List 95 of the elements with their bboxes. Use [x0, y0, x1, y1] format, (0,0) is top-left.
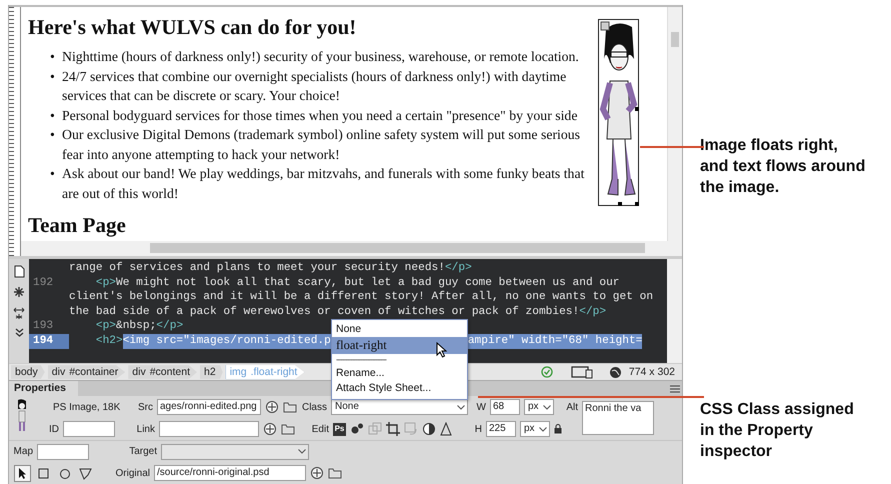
menu-item[interactable]: Attach Style Sheet...: [332, 381, 467, 396]
panel-tab[interactable]: Properties: [9, 381, 78, 396]
target-icon[interactable]: [263, 422, 277, 436]
double-chevron-icon[interactable]: [14, 328, 24, 337]
vertical-scrollbar[interactable]: [667, 7, 682, 241]
expand-arrows-icon[interactable]: [13, 306, 25, 320]
field-label: H: [474, 422, 482, 436]
id-field[interactable]: [63, 421, 115, 437]
code-tag: <p>: [69, 319, 116, 334]
folder-icon[interactable]: [328, 467, 342, 479]
field-label: W: [476, 400, 486, 414]
field-label: Original: [114, 466, 150, 480]
target-icon[interactable]: [265, 400, 279, 414]
file-icon[interactable]: [14, 264, 24, 278]
globe-icon[interactable]: [608, 366, 622, 379]
class-dropdown[interactable]: None: [331, 399, 468, 415]
map-field[interactable]: [37, 444, 89, 460]
code-tag: <p>: [69, 276, 116, 290]
target-icon[interactable]: [310, 466, 324, 480]
menu-item[interactable]: None: [332, 322, 467, 337]
code-tag: </p>: [579, 304, 606, 320]
callout-text: CSS Class assigned in the Property inspector: [700, 400, 855, 462]
triangle-icon[interactable]: [440, 422, 452, 436]
code-tag: ampire" width="68" height=: [468, 334, 642, 349]
horizontal-scrollbar[interactable]: [21, 240, 682, 256]
code-text: range of services and plans to meet your security needs!: [69, 260, 445, 276]
devices-icon[interactable]: [570, 366, 593, 379]
width-field[interactable]: 68: [490, 399, 520, 415]
tag-selector-item[interactable]: div #container: [48, 365, 126, 380]
callout-text: Image floats right, and text flows around the image.: [700, 136, 866, 198]
src-field[interactable]: ages/ronni-edited.png: [157, 399, 261, 415]
menu-item[interactable]: float-right: [332, 337, 467, 354]
folder-icon[interactable]: [281, 423, 295, 435]
contrast-icon[interactable]: [422, 422, 436, 436]
field-label: Alt: [565, 400, 578, 414]
bullet-item: Our exclusive Digital Demons (trademark symbol) online safety system will put some serious fear into anyone attempting to hack your network!: [62, 126, 582, 164]
bullet-marker: •: [50, 165, 56, 183]
bullet-item: Ask about our band! We play weddings, bar mitzvahs, and funerals with some funky beats that are out of this world!: [62, 165, 586, 202]
code-text: client's belongings and it will be a different story! After all, no one wants to get on: [69, 290, 654, 305]
line-number: 194: [29, 334, 69, 349]
page-heading: Here's what WULVS can do for you!: [28, 15, 358, 39]
field-label: Class: [301, 400, 327, 414]
menu-separator: ------------------------------: [335, 354, 388, 366]
caret-icon: [298, 449, 306, 454]
unit-dropdown[interactable]: px: [520, 421, 550, 437]
image-thumbnail-drawing: [15, 399, 29, 433]
height-field[interactable]: 225: [486, 421, 516, 437]
edit-button[interactable]: Ps: [333, 422, 346, 436]
code-tag: <h2>: [69, 334, 123, 349]
field-label: Edit: [310, 422, 329, 436]
menu-icon[interactable]: [670, 384, 682, 392]
menu-item[interactable]: Rename...: [332, 366, 467, 381]
vertical-scrollbar[interactable]: [667, 258, 682, 364]
asterisk-icon[interactable]: [13, 286, 25, 298]
caret-icon: [543, 404, 551, 410]
unit-dropdown[interactable]: px: [524, 399, 554, 415]
bullet-item: Personal bodyguard services for those times when you need a certain "presence" by your side: [62, 106, 578, 125]
line-number: 192: [32, 276, 54, 290]
bullet-marker: •: [50, 126, 56, 144]
code-text: &nbsp;: [116, 319, 156, 334]
pointer-tool-icon[interactable]: [14, 464, 31, 482]
bullet-marker: •: [50, 68, 56, 86]
field-label: Src: [137, 400, 153, 414]
code-tag: <img src="images/ronni-edited.p: [122, 334, 331, 349]
gears-icon[interactable]: [350, 422, 364, 436]
tag-selector-item[interactable]: body: [11, 365, 45, 380]
line-number: 193: [32, 319, 54, 334]
section-heading: Team Page: [28, 213, 127, 237]
folder-icon[interactable]: [283, 401, 297, 413]
bullet-item: 24/7 services that combine our overnight specialists (hours of darkness only!) with daytime services that can be discrete or scary. Your choice!: [62, 68, 568, 105]
caret-icon: [457, 404, 465, 410]
code-tag: </p>: [444, 260, 472, 276]
leader-line: [640, 146, 704, 148]
field-label: Map: [12, 445, 33, 459]
alt-field[interactable]: Ronni the va: [582, 401, 654, 435]
link-field[interactable]: [159, 421, 259, 437]
image-info: PS Image, 18K: [53, 400, 122, 414]
code-text: the bad side of a pack of werewolves or coven of witches or pack of zombies!: [69, 304, 580, 320]
field-label: ID: [48, 422, 59, 436]
bullet-marker: •: [50, 48, 56, 66]
code-text: We might not look all that scary, but let a bad guy come between us and our: [116, 276, 620, 290]
tag-selector-item[interactable]: div #content: [128, 365, 197, 380]
crop-icon[interactable]: [386, 422, 400, 436]
window-size-dropdown[interactable]: 774 x 302: [624, 365, 682, 380]
bullet-marker: •: [50, 106, 56, 124]
field-label: Link: [136, 422, 155, 436]
original-field[interactable]: /source/ronni-original.psd: [154, 465, 306, 481]
tag-selector-item[interactable]: h2: [200, 365, 223, 380]
lock-icon[interactable]: [554, 424, 562, 434]
check-circle-icon[interactable]: [540, 366, 553, 378]
code-tag: </p>: [156, 319, 184, 334]
field-label: Target: [128, 445, 157, 459]
mouse-cursor-icon: [436, 342, 447, 358]
caret-icon: [539, 426, 547, 432]
bullet-item: Nighttime (hours of darkness only!) security of your business, warehouse, or remote location.: [62, 48, 579, 66]
